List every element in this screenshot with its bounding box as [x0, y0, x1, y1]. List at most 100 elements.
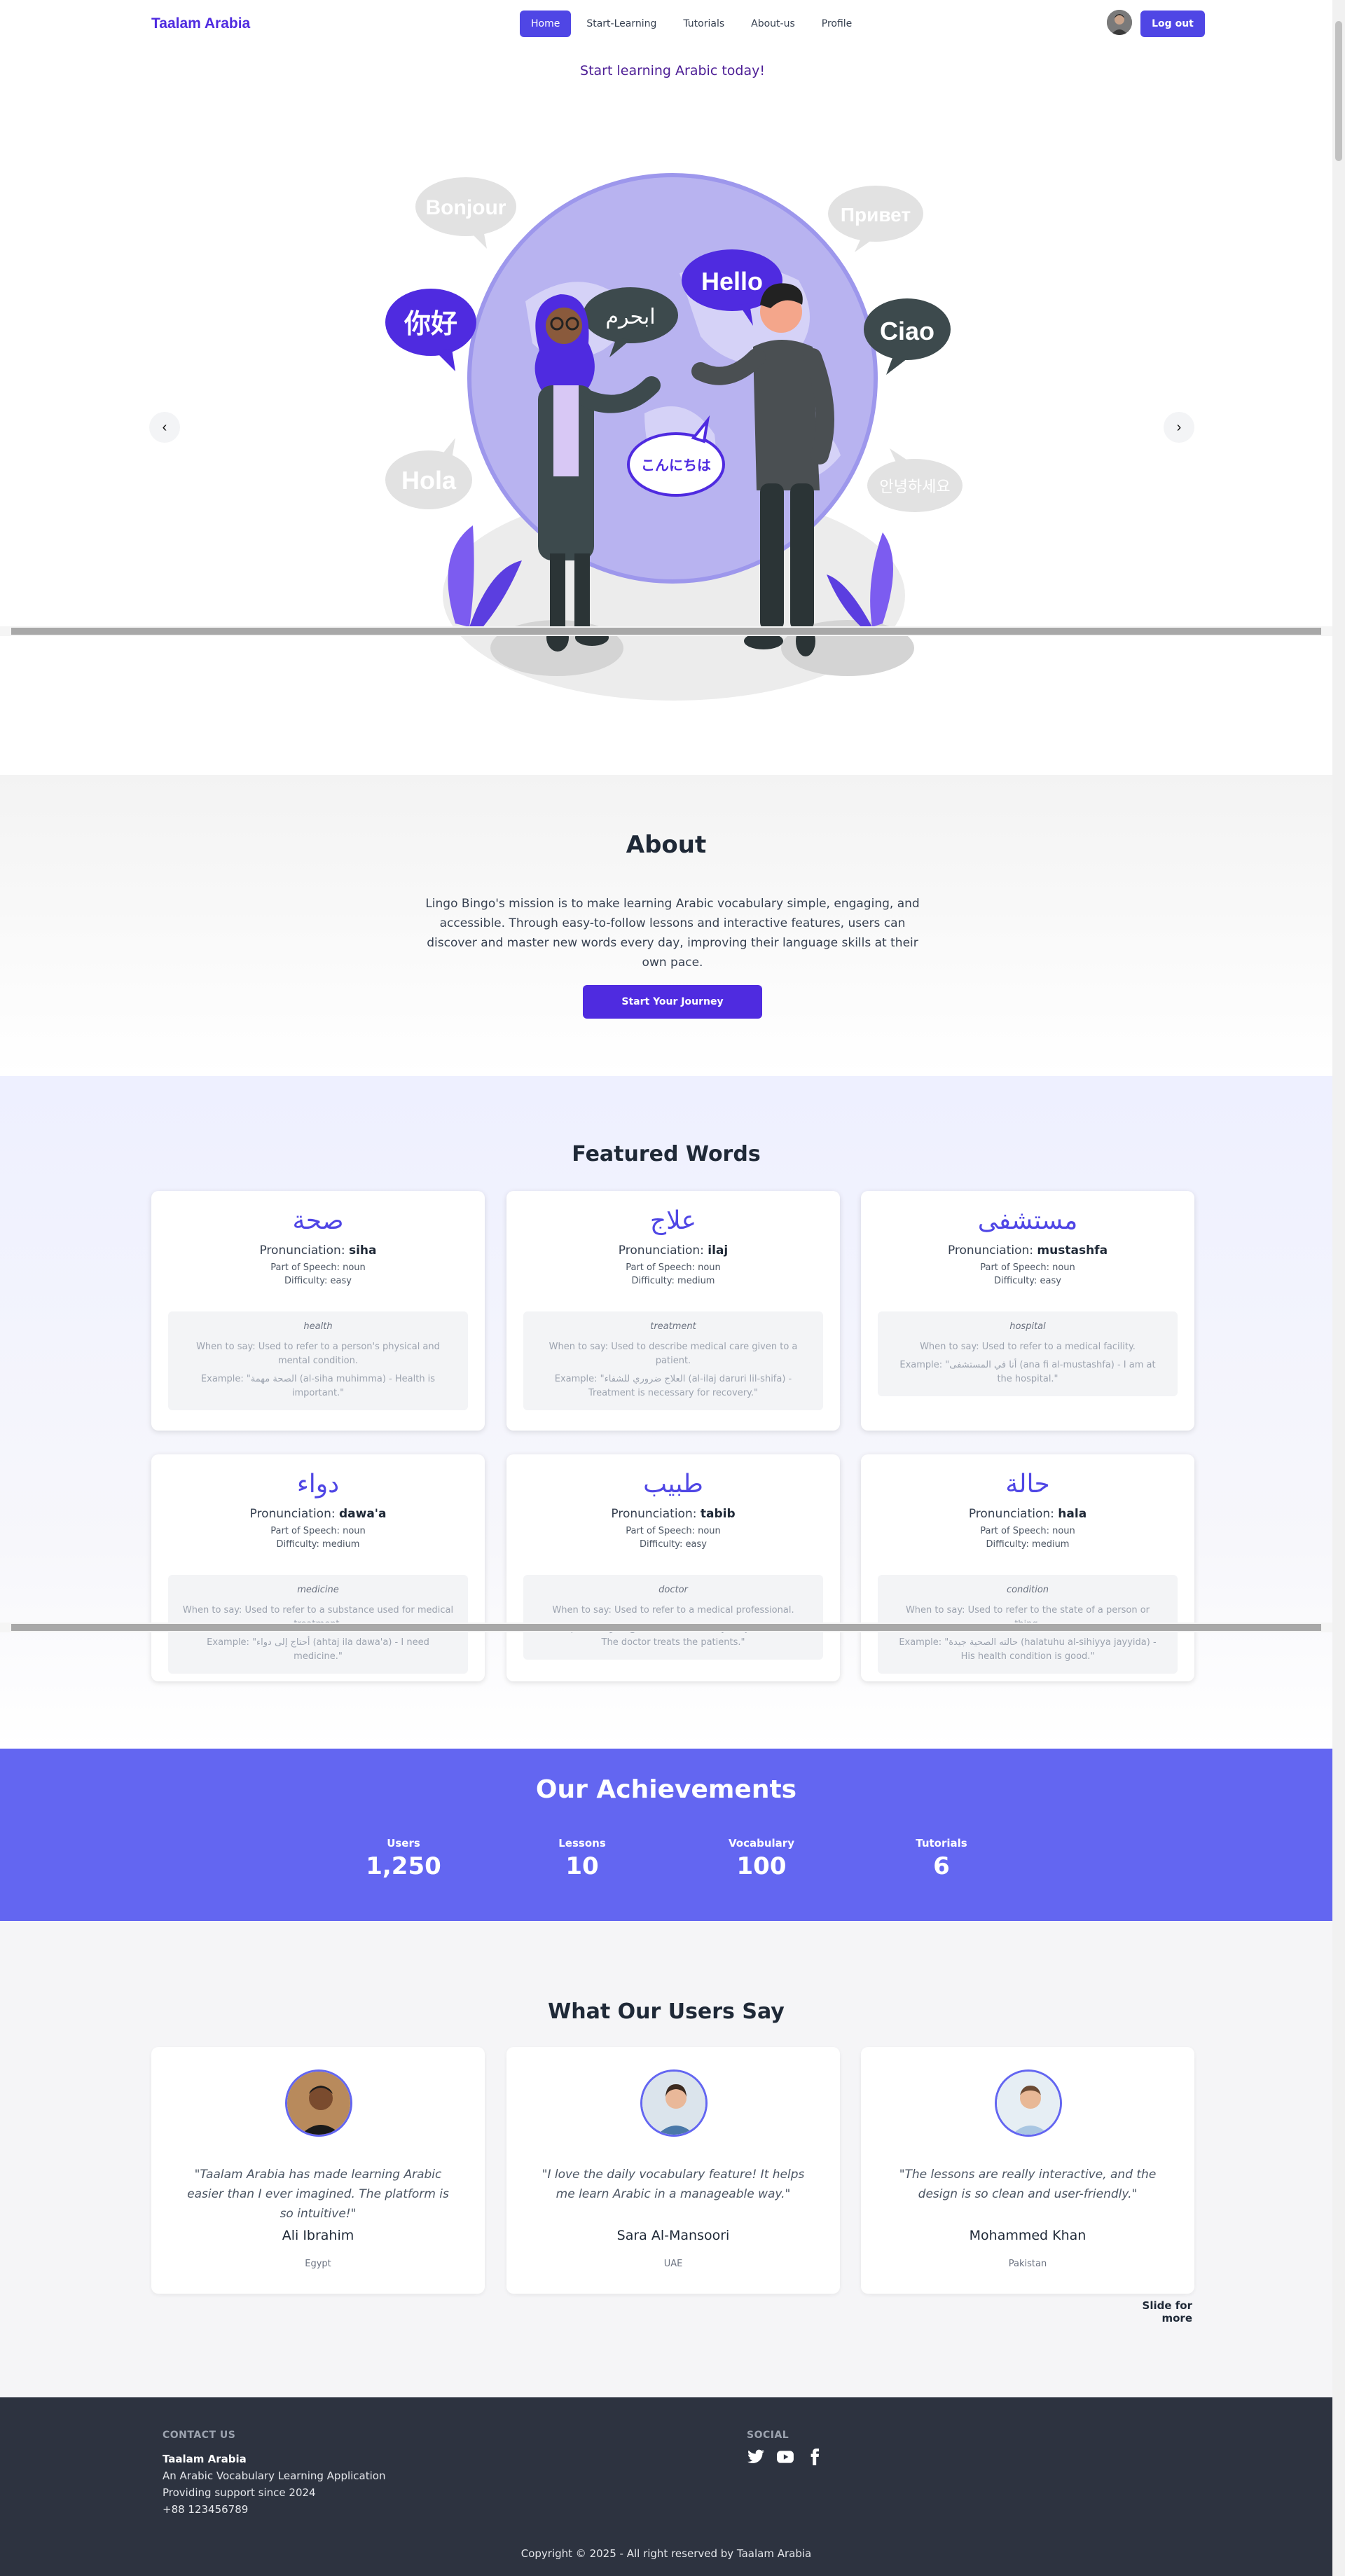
word-details: hospital When to say: Used to refer to a…	[878, 1311, 1178, 1396]
word-pronunciation: dawa'a	[338, 1507, 387, 1521]
brand-logo[interactable]: Taalam Arabia	[151, 15, 250, 32]
svg-text:Hola: Hola	[401, 466, 457, 495]
word-card[interactable]: طبيب Pronunciation: tabib Part of Speech…	[506, 1454, 840, 1681]
word-card[interactable]: مستشفى Pronunciation: mustashfa Part of …	[861, 1191, 1194, 1431]
testimonial-quote: "The lessons are really interactive, and…	[899, 2168, 1157, 2201]
word-difficulty: medium	[322, 1539, 360, 1550]
word-meaning: medicine	[297, 1585, 339, 1595]
chevron-left-icon: ‹	[162, 419, 167, 435]
difficulty-label: Difficulty:	[994, 1276, 1040, 1286]
footer-company: Taalam Arabia	[163, 2453, 247, 2465]
word-arabic: حالة	[1005, 1470, 1050, 1499]
bubble-bonjour: Bonjour	[415, 177, 516, 249]
featured-words-section: Featured Words صحة Pronunciation: siha P…	[0, 1076, 1332, 1749]
word-pos: noun	[343, 1262, 366, 1273]
word-details: doctor When to say: Used to refer to a m…	[523, 1575, 823, 1660]
word-card[interactable]: صحة Pronunciation: siha Part of Speech: …	[151, 1191, 485, 1431]
footer-phone: +88 123456789	[163, 2503, 249, 2516]
word-difficulty: easy	[685, 1539, 707, 1550]
pron-label: Pronunciation:	[249, 1507, 339, 1521]
word-meaning: hospital	[1009, 1321, 1046, 1332]
about-title: About	[626, 831, 707, 859]
hero-tagline: Start learning Arabic today!	[580, 63, 765, 78]
word-difficulty: easy	[330, 1276, 352, 1286]
youtube-icon[interactable]	[776, 2448, 796, 2467]
user-avatar[interactable]	[1107, 10, 1132, 35]
testimonials-section: What Our Users Say "Taalam Arabia has ma…	[0, 1921, 1332, 2397]
horizontal-scrollbar[interactable]	[0, 1623, 1332, 1632]
difficulty-label: Difficulty:	[631, 1276, 678, 1286]
logout-button[interactable]: Log out	[1140, 11, 1205, 37]
bubble-hola: Hola	[385, 438, 472, 509]
word-difficulty: medium	[1032, 1539, 1070, 1550]
word-when: When to say: Used to refer to a person's…	[196, 1342, 440, 1366]
testimonial-name: Mohammed Khan	[969, 2228, 1087, 2243]
contact-heading: CONTACT US	[163, 2430, 236, 2441]
stat-label: Tutorials	[916, 1837, 967, 1850]
stat-value: 1,250	[366, 1852, 441, 1880]
word-meaning: doctor	[658, 1585, 688, 1595]
word-example: Example: "العلاج ضروري للشفاء (al-ilaj d…	[554, 1374, 792, 1398]
stat-label: Users	[387, 1837, 420, 1850]
nav-tutorials[interactable]: Tutorials	[672, 11, 736, 37]
difficulty-label: Difficulty:	[986, 1539, 1033, 1550]
nav-about-us[interactable]: About-us	[740, 11, 806, 37]
page-scrollbar[interactable]	[1332, 0, 1345, 2576]
carousel-next-button[interactable]: ›	[1164, 412, 1194, 443]
pos-label: Part of Speech:	[980, 1262, 1053, 1273]
pron-label: Pronunciation:	[618, 1244, 708, 1258]
pos-label: Part of Speech:	[270, 1526, 343, 1536]
achievements-section: Our Achievements Users 1,250 Lessons 10 …	[0, 1749, 1332, 1921]
testimonial-card: "I love the daily vocabulary feature! It…	[506, 2047, 840, 2294]
copyright: Copyright © 2025 - All right reserved by…	[520, 2547, 812, 2560]
stat-label: Vocabulary	[729, 1837, 794, 1850]
start-journey-button[interactable]: Start Your Journey	[583, 985, 762, 1019]
svg-text:Hello: Hello	[701, 267, 763, 296]
stat-users: Users 1,250	[333, 1837, 474, 1880]
word-example: Example: "حالته الصحية جيدة (halatuhu al…	[899, 1637, 1157, 1662]
nav-profile[interactable]: Profile	[811, 11, 864, 37]
facebook-icon[interactable]	[806, 2448, 825, 2467]
stat-tutorials: Tutorials 6	[871, 1837, 1012, 1880]
bubble-privet: Привет	[828, 186, 923, 252]
slide-more-label[interactable]: Slide for more	[1115, 2299, 1192, 2324]
svg-text:你好: 你好	[404, 308, 457, 339]
pos-label: Part of Speech:	[626, 1526, 698, 1536]
word-meaning: condition	[1006, 1585, 1049, 1595]
twitter-icon[interactable]	[747, 2448, 766, 2467]
stat-value: 6	[933, 1852, 950, 1880]
word-arabic: دواء	[296, 1470, 340, 1499]
word-pos: noun	[1052, 1526, 1075, 1536]
carousel-prev-button[interactable]: ‹	[149, 412, 180, 443]
word-example: Example: "الصحة مهمة (al-siha muhimma) -…	[200, 1374, 436, 1398]
stat-vocabulary: Vocabulary 100	[691, 1837, 832, 1880]
footer: CONTACT US Taalam Arabia An Arabic Vocab…	[0, 2397, 1332, 2576]
about-text: Lingo Bingo's mission is to make learnin…	[425, 897, 920, 970]
stat-label: Lessons	[558, 1837, 606, 1850]
pron-label: Pronunciation:	[611, 1507, 701, 1521]
contact-info: Taalam Arabia An Arabic Vocabulary Learn…	[163, 2451, 385, 2518]
avatar	[995, 2069, 1062, 2137]
hero-illustration: Bonjour Привет 你好 ابحرم Hello Ciao Hola	[385, 173, 963, 701]
nav-home[interactable]: Home	[520, 11, 572, 37]
word-card[interactable]: علاج Pronunciation: ilaj Part of Speech:…	[506, 1191, 840, 1431]
achievements-title: Our Achievements	[535, 1775, 797, 1804]
footer-line-2: Providing support since 2024	[163, 2486, 316, 2499]
pron-label: Pronunciation:	[947, 1244, 1037, 1258]
stat-lessons: Lessons 10	[512, 1837, 652, 1880]
word-pos: noun	[698, 1526, 721, 1536]
social-links	[747, 2448, 825, 2467]
word-pronunciation: ilaj	[708, 1244, 729, 1258]
word-pos: noun	[343, 1526, 366, 1536]
nav-start-learning[interactable]: Start-Learning	[575, 11, 668, 37]
word-card[interactable]: دواء Pronunciation: dawa'a Part of Speec…	[151, 1454, 485, 1681]
svg-text:こんにちは: こんにちは	[641, 457, 711, 474]
word-meaning: treatment	[650, 1321, 696, 1332]
navbar: Taalam Arabia Home Start-Learning Tutori…	[0, 0, 1332, 48]
main-menu: Home Start-Learning Tutorials About-us P…	[520, 11, 863, 37]
about-section: About Lingo Bingo's mission is to make l…	[0, 775, 1332, 1076]
scrollbar-thumb[interactable]	[1335, 21, 1342, 161]
word-card[interactable]: حالة Pronunciation: hala Part of Speech:…	[861, 1454, 1194, 1681]
horizontal-scrollbar[interactable]	[0, 626, 1332, 636]
word-example: Example: "أحتاج إلى دواء (ahtaj ila dawa…	[207, 1637, 429, 1662]
